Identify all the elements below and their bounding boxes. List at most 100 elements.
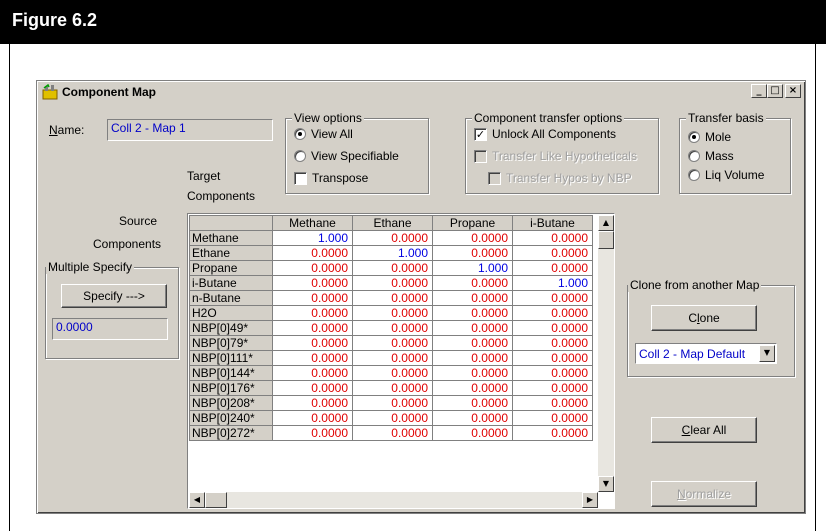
grid-cell[interactable]: 1.000	[272, 230, 353, 246]
column-header[interactable]: Propane	[432, 215, 513, 231]
grid-cell[interactable]: 0.0000	[432, 245, 513, 261]
grid-cell[interactable]: 0.0000	[272, 320, 353, 336]
view-specifiable-radio[interactable]: View Specifiable	[294, 149, 399, 163]
row-header[interactable]: NBP[0]111*	[189, 350, 273, 366]
row-header[interactable]: NBP[0]79*	[189, 335, 273, 351]
scroll-right-icon[interactable]: ▶	[582, 492, 598, 508]
row-header[interactable]: Propane	[189, 260, 273, 276]
grid-cell[interactable]: 0.0000	[432, 350, 513, 366]
grid-cell[interactable]: 0.0000	[512, 320, 593, 336]
grid-cell[interactable]: 0.0000	[432, 425, 513, 441]
row-header[interactable]: NBP[0]144*	[189, 365, 273, 381]
horizontal-scroll-thumb[interactable]	[205, 492, 227, 508]
scroll-down-icon[interactable]: ▼	[598, 476, 614, 492]
horizontal-scrollbar[interactable]: ◀ ▶	[189, 492, 598, 508]
row-header[interactable]: NBP[0]49*	[189, 320, 273, 336]
grid-cell[interactable]: 0.0000	[272, 350, 353, 366]
chevron-down-icon[interactable]: ▼	[759, 345, 775, 362]
grid-cell[interactable]: 0.0000	[512, 335, 593, 351]
grid-cell[interactable]: 0.0000	[512, 245, 593, 261]
unlock-all-checkbox[interactable]: ✓ Unlock All Components	[474, 127, 616, 141]
vertical-scroll-thumb[interactable]	[598, 231, 614, 249]
grid-cell[interactable]: 0.0000	[512, 350, 593, 366]
transfer-hypos-nbp-checkbox[interactable]: Transfer Hypos by NBP	[488, 171, 632, 185]
grid-cell[interactable]: 1.000	[352, 245, 433, 261]
grid-cell[interactable]: 0.0000	[432, 320, 513, 336]
grid-cell[interactable]: 0.0000	[352, 380, 433, 396]
grid-cell[interactable]: 0.0000	[272, 365, 353, 381]
grid-cell[interactable]: 0.0000	[432, 395, 513, 411]
grid-cell[interactable]: 0.0000	[432, 410, 513, 426]
grid-cell[interactable]: 0.0000	[272, 335, 353, 351]
scroll-up-icon[interactable]: ▲	[598, 215, 614, 231]
grid-cell[interactable]: 0.0000	[512, 395, 593, 411]
row-header[interactable]: NBP[0]240*	[189, 410, 273, 426]
normalize-button[interactable]: Normalize	[651, 481, 757, 507]
row-header[interactable]: Methane	[189, 230, 273, 246]
grid-cell[interactable]: 0.0000	[352, 365, 433, 381]
grid-cell[interactable]: 0.0000	[352, 230, 433, 246]
grid-cell[interactable]: 0.0000	[432, 305, 513, 321]
basis-liq-volume-radio[interactable]: Liq Volume	[688, 168, 764, 182]
grid-cell[interactable]: 0.0000	[352, 335, 433, 351]
scroll-left-icon[interactable]: ◀	[189, 492, 205, 508]
maximize-button[interactable]: □	[767, 84, 783, 98]
vertical-scrollbar[interactable]: ▲ ▼	[598, 215, 614, 492]
row-header[interactable]: Ethane	[189, 245, 273, 261]
close-button[interactable]: ×	[785, 84, 801, 98]
grid-cell[interactable]: 0.0000	[352, 275, 433, 291]
grid-cell[interactable]: 0.0000	[352, 350, 433, 366]
clone-button[interactable]: Cl one	[651, 305, 757, 331]
name-input[interactable]: Coll 2 - Map 1	[107, 119, 273, 141]
title-bar[interactable]: Component Map _ □ ×	[39, 83, 803, 101]
grid-cell[interactable]: 0.0000	[352, 395, 433, 411]
grid-cell[interactable]: 0.0000	[512, 230, 593, 246]
grid-cell[interactable]: 0.0000	[272, 410, 353, 426]
grid-cell[interactable]: 0.0000	[432, 365, 513, 381]
minimize-button[interactable]: _	[751, 84, 767, 98]
grid-cell[interactable]: 0.0000	[512, 290, 593, 306]
view-all-radio[interactable]: View All	[294, 127, 353, 141]
grid-cell[interactable]: 0.0000	[432, 275, 513, 291]
row-header[interactable]: NBP[0]176*	[189, 380, 273, 396]
grid-cell[interactable]: 0.0000	[512, 305, 593, 321]
grid-cell[interactable]: 0.0000	[512, 425, 593, 441]
grid-cell[interactable]: 0.0000	[432, 380, 513, 396]
grid-cell[interactable]: 0.0000	[432, 290, 513, 306]
grid-cell[interactable]: 1.000	[432, 260, 513, 276]
grid-cell[interactable]: 0.0000	[432, 230, 513, 246]
transfer-like-hypo-checkbox[interactable]: Transfer Like Hypotheticals	[474, 149, 637, 163]
clear-all-button[interactable]: Clear All	[651, 417, 757, 443]
grid-cell[interactable]: 0.0000	[272, 245, 353, 261]
row-header[interactable]: NBP[0]208*	[189, 395, 273, 411]
grid-cell[interactable]: 0.0000	[352, 425, 433, 441]
specify-value-input[interactable]: 0.0000	[52, 318, 168, 340]
grid-cell[interactable]: 0.0000	[272, 425, 353, 441]
grid-cell[interactable]: 0.0000	[512, 260, 593, 276]
grid-cell[interactable]: 0.0000	[352, 320, 433, 336]
row-header[interactable]: NBP[0]272*	[189, 425, 273, 441]
grid-cell[interactable]: 0.0000	[352, 260, 433, 276]
grid-cell[interactable]: 0.0000	[272, 275, 353, 291]
grid-cell[interactable]: 0.0000	[352, 290, 433, 306]
grid-cell[interactable]: 0.0000	[512, 380, 593, 396]
grid-cell[interactable]: 0.0000	[512, 410, 593, 426]
grid-cell[interactable]: 1.000	[512, 275, 593, 291]
grid-cell[interactable]: 0.0000	[432, 335, 513, 351]
basis-mass-radio[interactable]: Mass	[688, 149, 734, 163]
column-header[interactable]: Methane	[272, 215, 353, 231]
grid-cell[interactable]: 0.0000	[512, 365, 593, 381]
row-header[interactable]: i-Butane	[189, 275, 273, 291]
transpose-checkbox[interactable]: Transpose	[294, 171, 368, 185]
specify-button[interactable]: Specify --->	[61, 284, 167, 308]
basis-mole-radio[interactable]: Mole	[688, 130, 731, 144]
grid-cell[interactable]: 0.0000	[352, 410, 433, 426]
clone-map-select[interactable]: Coll 2 - Map Default ▼	[635, 343, 777, 364]
grid-cell[interactable]: 0.0000	[272, 260, 353, 276]
grid-cell[interactable]: 0.0000	[272, 380, 353, 396]
grid-cell[interactable]: 0.0000	[352, 305, 433, 321]
row-header[interactable]: H2O	[189, 305, 273, 321]
row-header[interactable]: n-Butane	[189, 290, 273, 306]
grid-cell[interactable]: 0.0000	[272, 290, 353, 306]
column-header[interactable]: Ethane	[352, 215, 433, 231]
